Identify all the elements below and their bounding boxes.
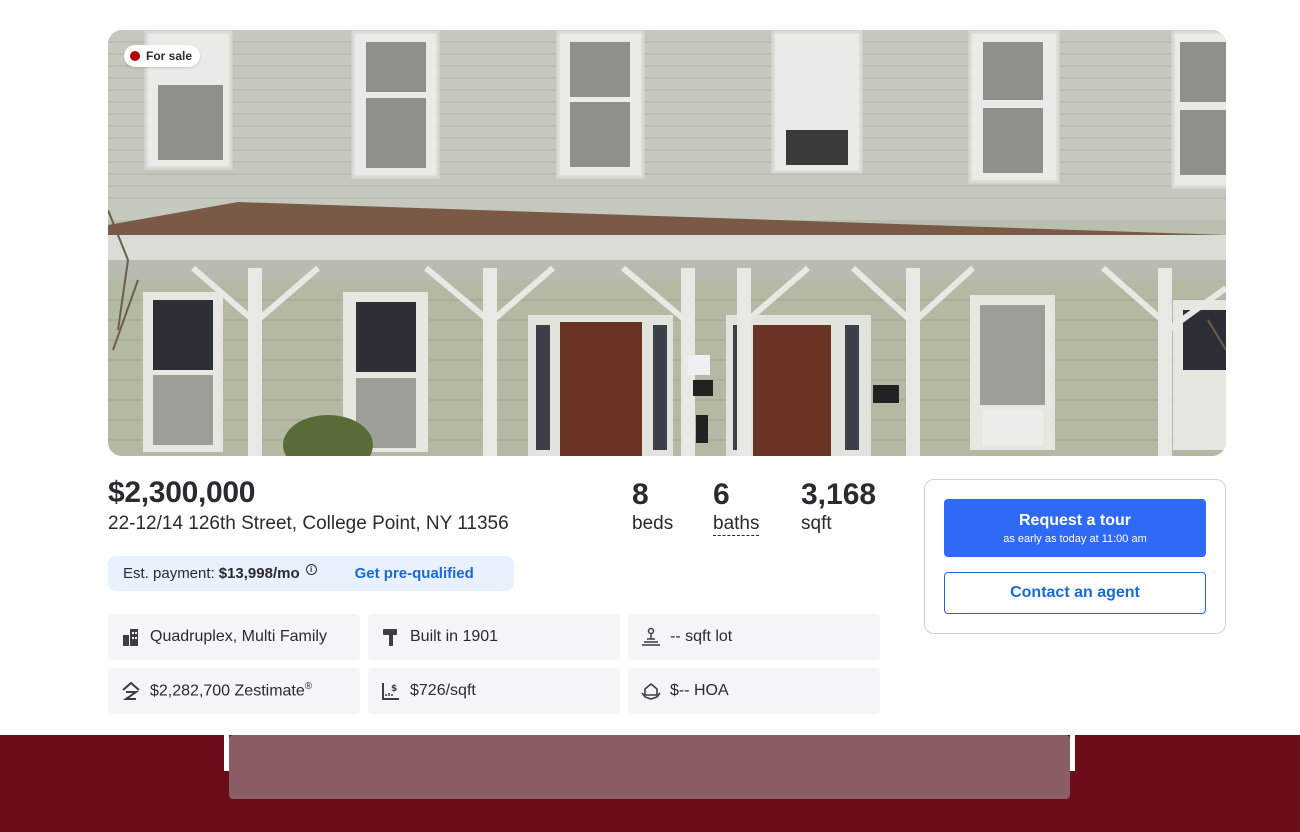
request-tour-label: Request a tour bbox=[1018, 511, 1131, 529]
fact-hoa: $-- HOA bbox=[628, 668, 880, 714]
price-per-sqft-icon: $ bbox=[380, 681, 401, 702]
for-sale-badge: For sale bbox=[124, 45, 201, 67]
fact-lot-size: -- sqft lot bbox=[628, 614, 880, 660]
fact-zestimate[interactable]: $2,282,700 Zestimate® bbox=[108, 668, 360, 714]
hoa-icon bbox=[640, 681, 661, 702]
lot-icon bbox=[640, 627, 661, 648]
baths-value: 6 bbox=[713, 478, 730, 511]
fact-zestimate-text: $2,282,700 Zestimate® bbox=[150, 681, 313, 700]
listing-price: $2,300,000 bbox=[108, 476, 256, 509]
fact-price-per-sqft-text: $726/sqft bbox=[410, 682, 476, 699]
fact-lot-size-text: -- sqft lot bbox=[670, 628, 733, 645]
get-prequalified-link[interactable]: Get pre-qualified bbox=[355, 565, 474, 582]
est-payment-label: Est. payment: bbox=[123, 565, 215, 582]
fact-home-type-text: Quadruplex, Multi Family bbox=[150, 628, 327, 645]
est-payment-amount: $13,998/mo bbox=[218, 565, 300, 582]
fact-home-type: Quadruplex, Multi Family bbox=[108, 614, 360, 660]
contact-card: Request a tour as early as today at 11:0… bbox=[924, 479, 1226, 634]
banner-notch-right bbox=[1070, 735, 1075, 771]
baths-stat[interactable]: 6 baths bbox=[713, 478, 760, 536]
beds-value: 8 bbox=[632, 478, 649, 511]
banner-content-placeholder bbox=[229, 735, 1070, 799]
fact-year-built: Built in 1901 bbox=[368, 614, 620, 660]
registered-mark: ® bbox=[304, 681, 313, 693]
zestimate-icon bbox=[120, 681, 141, 702]
listing-address: 22-12/14 126th Street, College Point, NY… bbox=[108, 513, 509, 534]
request-tour-button[interactable]: Request a tour as early as today at 11:0… bbox=[944, 499, 1206, 557]
beds-label: beds bbox=[632, 513, 674, 534]
status-dot-icon bbox=[130, 51, 140, 61]
building-icon bbox=[120, 627, 141, 648]
est-payment-bar: Est. payment: $13,998/mo i Get pre-quali… bbox=[108, 556, 514, 591]
sqft-stat: 3,168 sqft bbox=[801, 478, 876, 536]
house-photo-image bbox=[108, 30, 1226, 456]
for-sale-label: For sale bbox=[146, 49, 193, 63]
listing-photo[interactable] bbox=[108, 30, 1226, 456]
info-icon[interactable]: i bbox=[305, 563, 317, 575]
contact-agent-button[interactable]: Contact an agent bbox=[944, 572, 1206, 614]
sqft-value: 3,168 bbox=[801, 478, 877, 511]
baths-label[interactable]: baths bbox=[713, 513, 760, 536]
beds-stat: 8 beds bbox=[632, 478, 673, 536]
svg-text:$: $ bbox=[391, 684, 397, 694]
fact-price-per-sqft: $ $726/sqft bbox=[368, 668, 620, 714]
fact-hoa-text: $-- HOA bbox=[670, 682, 729, 699]
hammer-icon bbox=[380, 627, 401, 648]
request-tour-subtext: as early as today at 11:00 am bbox=[1003, 532, 1147, 545]
fact-year-built-text: Built in 1901 bbox=[410, 628, 499, 645]
sqft-label: sqft bbox=[801, 513, 832, 534]
